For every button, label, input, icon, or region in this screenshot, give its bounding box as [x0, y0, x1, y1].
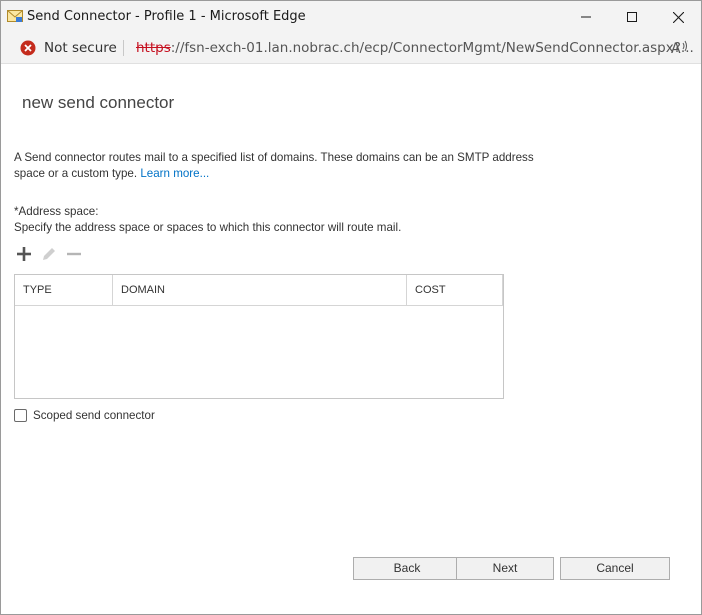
url-rest: ://fsn-exch-01.lan.nobrac.ch/ecp/Connect…	[170, 40, 694, 56]
description-text: A Send connector routes mail to a specif…	[14, 151, 534, 180]
mail-envelope-icon	[7, 10, 23, 22]
url-field[interactable]: https://fsn-exch-01.lan.nobrac.ch/ecp/Co…	[136, 40, 694, 56]
scoped-connector-option: Scoped send connector	[14, 409, 155, 422]
back-button[interactable]: Back	[353, 557, 461, 580]
scoped-checkbox[interactable]	[14, 409, 27, 422]
page-title: new send connector	[22, 93, 175, 112]
minimize-icon	[581, 16, 591, 18]
page-content: new send connector A Send connector rout…	[1, 64, 701, 614]
scoped-checkbox-label[interactable]: Scoped send connector	[33, 409, 155, 422]
security-label[interactable]: Not secure	[44, 40, 117, 56]
error-circle-icon[interactable]	[20, 40, 36, 56]
address-divider	[123, 40, 124, 56]
address-space-help: Specify the address space or spaces to w…	[14, 221, 402, 234]
column-header-type[interactable]: TYPE	[15, 275, 113, 305]
maximize-icon	[627, 12, 637, 22]
close-icon	[672, 11, 684, 23]
plus-icon[interactable]	[15, 245, 33, 263]
next-button[interactable]: Next	[456, 557, 554, 580]
address-space-table: TYPE DOMAIN COST	[14, 274, 504, 399]
minus-icon[interactable]	[65, 245, 83, 263]
close-button[interactable]	[655, 1, 701, 33]
browser-window: Send Connector - Profile 1 - Microsoft E…	[0, 0, 702, 615]
learn-more-link[interactable]: Learn more...	[140, 167, 209, 180]
url-scheme: https	[136, 40, 171, 56]
table-header: TYPE DOMAIN COST	[15, 275, 503, 306]
read-aloud-icon[interactable]: A	[669, 38, 689, 58]
window-title: Send Connector - Profile 1 - Microsoft E…	[27, 9, 306, 24]
maximize-button[interactable]	[609, 1, 655, 33]
cancel-button[interactable]: Cancel	[560, 557, 670, 580]
title-bar: Send Connector - Profile 1 - Microsoft E…	[1, 1, 701, 33]
column-header-cost[interactable]: COST	[407, 275, 503, 305]
description: A Send connector routes mail to a specif…	[14, 150, 534, 182]
svg-text:A: A	[671, 41, 681, 57]
minimize-button[interactable]	[563, 1, 609, 33]
address-bar: Not secure https://fsn-exch-01.lan.nobra…	[1, 33, 701, 64]
pencil-icon[interactable]	[40, 245, 58, 263]
column-header-domain[interactable]: DOMAIN	[113, 275, 407, 305]
address-space-label: *Address space:	[14, 205, 99, 218]
